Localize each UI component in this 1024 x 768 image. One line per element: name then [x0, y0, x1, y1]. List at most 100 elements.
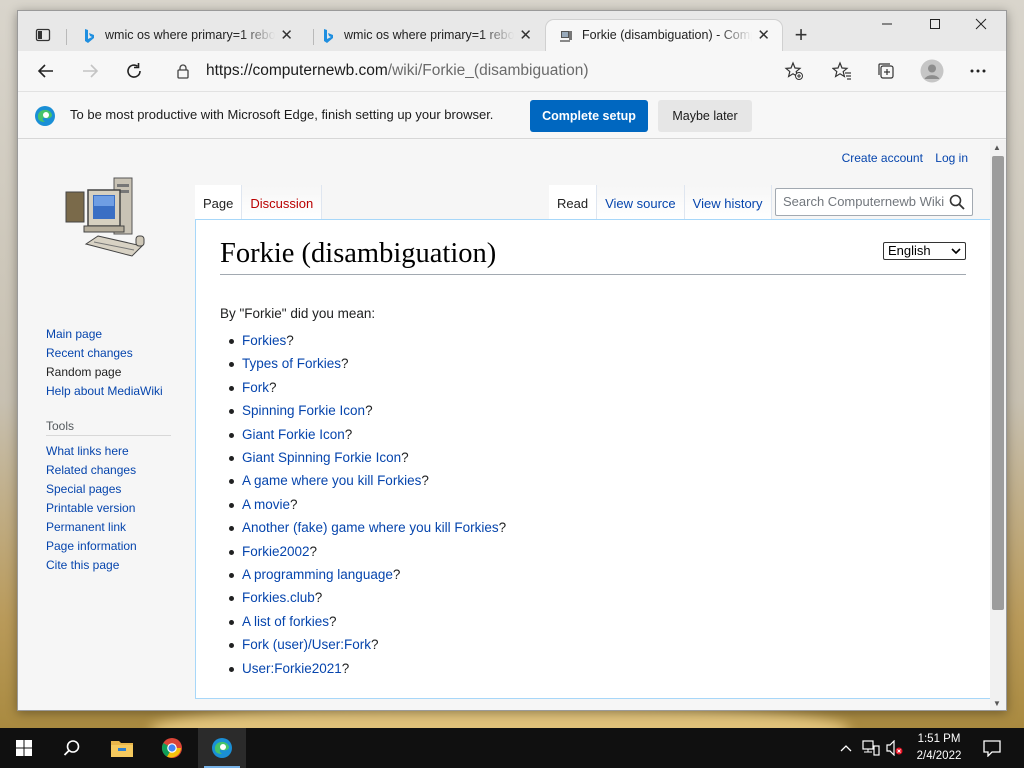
notification-icon: [983, 740, 1001, 757]
show-hidden-icons-button[interactable]: [836, 728, 856, 768]
list-item-link[interactable]: Forkies.club: [242, 590, 315, 605]
tab-actions-button[interactable]: [26, 22, 60, 48]
scroll-up-icon[interactable]: ▲: [993, 143, 1001, 152]
tools-heading: Tools: [46, 419, 171, 436]
sidebar-item-page-information[interactable]: Page information: [46, 537, 206, 556]
favorites-button[interactable]: [826, 57, 858, 85]
tab-2[interactable]: wmic os where primary=1 reboo ✕: [308, 20, 544, 51]
list-item-suffix: ?: [365, 403, 373, 419]
new-tab-button[interactable]: +: [788, 23, 814, 49]
browser-toolbar: https://computernewb.com/wiki/Forkie_(di…: [18, 51, 1006, 91]
sidebar-item-random-page[interactable]: Random page: [46, 363, 206, 382]
list-item-suffix: ?: [314, 590, 323, 606]
list-item: A movie?: [228, 493, 506, 516]
forward-button[interactable]: [74, 57, 106, 85]
sidebar-item-special-pages[interactable]: Special pages: [46, 480, 206, 499]
scroll-down-icon[interactable]: ▼: [993, 699, 1001, 708]
file-explorer-button[interactable]: [98, 728, 146, 768]
refresh-button[interactable]: [118, 57, 150, 85]
search-input[interactable]: Search Computernewb Wiki: [775, 188, 973, 216]
list-item-suffix: ?: [401, 450, 409, 466]
tab-read[interactable]: Read: [549, 185, 598, 219]
list-item: Forkies?: [228, 329, 506, 352]
volume-tray-button[interactable]: [884, 728, 906, 768]
back-button[interactable]: [30, 57, 62, 85]
volume-muted-icon: [886, 740, 903, 756]
list-item-link[interactable]: A list of forkies: [242, 614, 329, 629]
sidebar-item-main-page[interactable]: Main page: [46, 325, 206, 344]
edge-taskbar-button[interactable]: [198, 728, 246, 768]
tab-page[interactable]: Page: [195, 185, 243, 219]
settings-menu-button[interactable]: [962, 57, 994, 85]
language-select[interactable]: English: [883, 242, 966, 260]
vertical-scrollbar[interactable]: ▲ ▼: [990, 140, 1006, 710]
list-item-link[interactable]: Giant Forkie Icon: [242, 427, 345, 442]
list-item-link[interactable]: User:Forkie2021: [242, 661, 342, 676]
list-item-link[interactable]: Fork (user)/User:Fork: [242, 637, 371, 652]
list-item-suffix: ?: [498, 520, 507, 536]
search-icon[interactable]: [949, 194, 965, 210]
list-item-suffix: ?: [290, 496, 298, 512]
close-window-button[interactable]: [958, 11, 1004, 41]
complete-setup-button[interactable]: Complete setup: [530, 100, 648, 132]
list-item-link[interactable]: Forkie2002: [242, 544, 310, 559]
list-item-suffix: ?: [392, 567, 401, 583]
namespace-tabs: Page Discussion: [195, 185, 323, 219]
list-item-link[interactable]: Types of Forkies: [242, 356, 341, 371]
create-account-link[interactable]: Create account: [842, 151, 923, 165]
list-item: Fork?: [228, 376, 506, 399]
minimize-button[interactable]: [864, 11, 910, 41]
list-item: Forkies.club?: [228, 586, 506, 609]
sidebar-item-what-links-here[interactable]: What links here: [46, 442, 206, 461]
list-item-suffix: ?: [286, 333, 294, 348]
back-arrow-icon: [37, 64, 53, 78]
tab-view-history[interactable]: View history: [684, 185, 772, 219]
add-favorite-button[interactable]: [778, 57, 810, 85]
list-item-suffix: ?: [269, 379, 277, 395]
list-item-link[interactable]: Fork: [242, 380, 269, 395]
list-item: Fork (user)/User:Fork?: [228, 633, 506, 656]
intro-text: By "Forkie" did you mean:: [220, 306, 376, 321]
list-item-link[interactable]: Giant Spinning Forkie Icon: [242, 450, 401, 465]
list-item-link[interactable]: A programming language: [242, 567, 393, 582]
list-item-link[interactable]: Forkies: [242, 333, 286, 348]
profile-button[interactable]: [916, 57, 948, 85]
collections-button[interactable]: [870, 57, 902, 85]
search-button[interactable]: [48, 728, 96, 768]
tab-separator: [66, 29, 67, 45]
list-item-link[interactable]: Another (fake) game where you kill Forki…: [242, 520, 499, 535]
sidebar-item-help[interactable]: Help about MediaWiki: [46, 382, 206, 401]
tab-3-active[interactable]: Forkie (disambiguation) - Comp ✕: [546, 20, 782, 51]
close-tab-icon[interactable]: ✕: [519, 20, 532, 51]
close-tab-icon[interactable]: ✕: [280, 20, 293, 51]
lock-icon[interactable]: [176, 63, 190, 79]
network-tray-button[interactable]: [860, 728, 882, 768]
disambiguation-list: Forkies? Types of Forkies? Fork? Spinnin…: [228, 329, 507, 680]
tab-1[interactable]: wmic os where primary=1 reboo ✕: [69, 20, 305, 51]
tab-discussion[interactable]: Discussion: [242, 185, 323, 219]
close-tab-icon[interactable]: ✕: [757, 20, 770, 51]
list-item-link[interactable]: Spinning Forkie Icon: [242, 403, 365, 418]
tab-view-source[interactable]: View source: [597, 185, 685, 219]
chrome-button[interactable]: [148, 728, 196, 768]
list-item-link[interactable]: A movie: [242, 497, 290, 512]
tab-title: wmic os where primary=1 reboo: [344, 28, 514, 42]
maximize-button[interactable]: [912, 11, 958, 41]
sidebar-item-related-changes[interactable]: Related changes: [46, 461, 206, 480]
action-center-button[interactable]: [978, 728, 1006, 768]
page-title-wrap: Forkie (disambiguation): [220, 238, 966, 275]
log-in-link[interactable]: Log in: [935, 151, 968, 165]
sidebar-item-permanent-link[interactable]: Permanent link: [46, 518, 206, 537]
start-button[interactable]: [0, 728, 48, 768]
sidebar-item-recent-changes[interactable]: Recent changes: [46, 344, 206, 363]
refresh-icon: [127, 63, 141, 78]
address-bar[interactable]: https://computernewb.com/wiki/Forkie_(di…: [166, 55, 846, 87]
taskbar-clock[interactable]: 1:51 PM 2/4/2022: [904, 731, 974, 765]
sidebar-item-cite-this-page[interactable]: Cite this page: [46, 556, 206, 575]
sidebar-item-printable-version[interactable]: Printable version: [46, 499, 206, 518]
list-item-link[interactable]: A game where you kill Forkies: [242, 473, 421, 488]
scrollbar-thumb[interactable]: [992, 156, 1004, 610]
maybe-later-button[interactable]: Maybe later: [658, 100, 752, 132]
computer-logo-icon[interactable]: [64, 170, 154, 265]
web-page: Create account Log in Main page Recent c…: [18, 140, 990, 710]
